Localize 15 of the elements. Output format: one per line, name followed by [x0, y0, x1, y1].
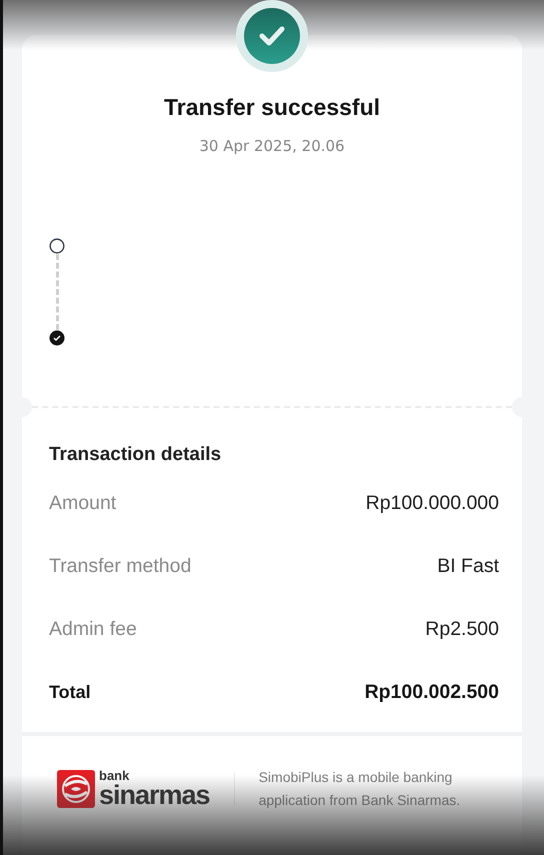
logo-text: bank	[99, 769, 130, 782]
status-title: Transfer successful	[164, 94, 380, 121]
detail-value: Rp100.000.000	[366, 492, 499, 515]
detail-value: BI Fast	[437, 555, 499, 578]
detail-label: Admin fee	[49, 618, 137, 641]
logo-wordmark: sinarmas	[99, 782, 210, 809]
bank-logo-icon	[57, 770, 95, 808]
detail-value: Rp100.002.500	[364, 681, 499, 704]
details-heading: Transaction details	[49, 444, 222, 466]
detail-label: Amount	[49, 492, 116, 515]
footer-description: SimobiPlus is a mobile banking application from Bank Sinarmas.	[258, 768, 462, 810]
detail-label: Total	[49, 682, 91, 703]
transfer-datetime: 30 Apr 2025, 20.06	[199, 137, 345, 155]
detail-label: Transfer method	[49, 555, 192, 578]
detail-value: Rp2.500	[425, 618, 499, 641]
